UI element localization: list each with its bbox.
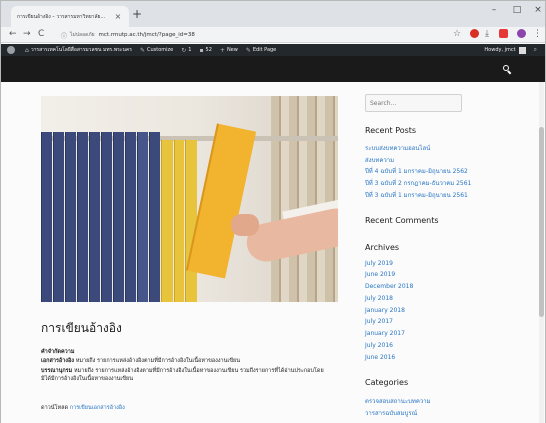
updates-icon: ↻ bbox=[181, 46, 187, 54]
security-label: ไม่ปลอดภัย bbox=[70, 32, 95, 38]
comments-count: 52 bbox=[205, 47, 212, 53]
archive-link[interactable]: July 2017 bbox=[365, 318, 393, 325]
wordpress-logo-icon[interactable] bbox=[7, 46, 15, 54]
archive-link[interactable]: January 2018 bbox=[365, 307, 405, 314]
admin-account[interactable]: Howdy, jmct ⌕ bbox=[484, 46, 539, 54]
recent-post-link[interactable]: ส่งบทความ bbox=[365, 155, 394, 165]
download-line: ดาวน์โหลด การเขียนเอกสารอ้างอิง bbox=[41, 404, 125, 412]
download-link[interactable]: การเขียนเอกสารอ้างอิง bbox=[70, 405, 125, 411]
close-window-button[interactable]: × bbox=[527, 5, 546, 15]
customize-label: Customize bbox=[146, 47, 174, 53]
forward-button[interactable]: → bbox=[23, 29, 31, 40]
reference-definition: หมายถึง รายการแหล่งอ้างอิงตามที่มีการอ้า… bbox=[75, 358, 240, 364]
admin-new[interactable]: + New bbox=[220, 47, 238, 54]
admin-search-icon[interactable]: ⌕ bbox=[534, 46, 537, 54]
bibliography-definition: หมายถึง รายการแหล่งอ้างอิงตามที่มีการอ้า… bbox=[41, 368, 324, 382]
admin-comments[interactable]: ▪ 52 bbox=[199, 47, 211, 54]
dashboard-icon: ⌂ bbox=[25, 46, 29, 54]
archive-link[interactable]: January 2017 bbox=[365, 330, 405, 337]
bibliography-term: บรรณานุกรม bbox=[41, 368, 73, 374]
admin-edit-page[interactable]: ✎ Edit Page bbox=[246, 47, 276, 54]
extension-square-icon[interactable] bbox=[499, 29, 508, 38]
wp-admin-bar: ⌂ วารสารเทคโนโลยีสื่อสารมวลชน มทร.พระนคร… bbox=[1, 44, 545, 56]
plus-icon: + bbox=[219, 46, 225, 54]
scrollbar-thumb[interactable] bbox=[539, 127, 544, 317]
recent-comments-title: Recent Comments bbox=[365, 216, 439, 225]
category-link[interactable]: ตรวจสอบสถานะบทความ bbox=[365, 396, 431, 406]
browser-window: การเขียนอ้างอิง – วารสารมหาวิทยาลัย... ×… bbox=[0, 0, 546, 423]
recent-posts-title: Recent Posts bbox=[365, 126, 417, 135]
minimize-button[interactable]: – bbox=[483, 5, 505, 15]
archives-title: Archives bbox=[365, 243, 400, 252]
pencil-icon: ✎ bbox=[245, 46, 251, 54]
brush-icon: ✎ bbox=[139, 46, 145, 54]
tab-title: การเขียนอ้างอิง – วารสารมหาวิทยาลัย... bbox=[17, 13, 106, 20]
tab-bar: การเขียนอ้างอิง – วารสารมหาวิทยาลัย... ×… bbox=[1, 1, 545, 27]
browser-tab[interactable]: การเขียนอ้างอิง – วารสารมหาวิทยาลัย... × bbox=[11, 6, 129, 27]
menu-kebab-icon[interactable]: ⋮ bbox=[533, 29, 542, 40]
recent-post-link[interactable]: ระบบส่งบทความออนไลน์ bbox=[365, 143, 430, 153]
categories-title: Categories bbox=[365, 378, 409, 387]
definition-heading: คำจำกัดความ bbox=[41, 349, 75, 355]
comment-icon: ▪ bbox=[199, 46, 204, 54]
archive-link[interactable]: June 2016 bbox=[365, 354, 395, 361]
archive-link[interactable]: June 2019 bbox=[365, 271, 395, 278]
reference-term: เอกสารอ้างอิง bbox=[41, 358, 74, 364]
extension-red-icon[interactable] bbox=[470, 29, 479, 38]
edit-page-label: Edit Page bbox=[252, 47, 277, 53]
recent-post-link[interactable]: ปีที่ 3 ฉบับที่ 1 มกราคม-มิถุนายน 2561 bbox=[365, 190, 468, 200]
avatar bbox=[518, 46, 526, 54]
archive-link[interactable]: July 2019 bbox=[365, 260, 393, 267]
info-icon[interactable]: ⓘ bbox=[61, 31, 67, 40]
download-icon[interactable]: ⤓ bbox=[485, 29, 489, 40]
page-title: การเขียนอ้างอิง bbox=[41, 321, 122, 335]
maximize-button[interactable]: □ bbox=[506, 5, 528, 15]
reload-button[interactable]: C bbox=[38, 29, 44, 40]
archive-link[interactable]: July 2016 bbox=[365, 342, 393, 349]
updates-count: 1 bbox=[188, 47, 192, 53]
scrollbar[interactable] bbox=[539, 82, 544, 423]
sidebar-search-input[interactable]: Search... bbox=[365, 94, 462, 112]
address-bar: ← → C ⓘ ไม่ปลอดภัย mct.rmutp.ac.th/jmct/… bbox=[1, 27, 545, 43]
definition-reference: เอกสารอ้างอิง หมายถึง รายการแหล่งอ้างอิง… bbox=[41, 357, 331, 365]
download-label: ดาวน์โหลด bbox=[41, 405, 69, 411]
featured-image bbox=[41, 96, 338, 302]
site-header bbox=[1, 56, 545, 82]
category-link[interactable]: วารสารฉบับสมบูรณ์ bbox=[365, 408, 417, 418]
profile-avatar-icon[interactable] bbox=[517, 29, 526, 38]
bookmark-star-icon[interactable]: ☆ bbox=[453, 29, 461, 40]
admin-site-name[interactable]: ⌂ วารสารเทคโนโลยีสื่อสารมวลชน มทร.พระนคร bbox=[25, 46, 132, 54]
new-tab-button[interactable]: + bbox=[132, 8, 142, 20]
admin-updates[interactable]: ↻ 1 bbox=[181, 47, 191, 54]
search-toggle-icon[interactable] bbox=[503, 65, 512, 75]
url-text[interactable]: mct.rmutp.ac.th/jmct/?page_id=38 bbox=[99, 32, 195, 38]
omnibox[interactable]: ⓘ ไม่ปลอดภัย mct.rmutp.ac.th/jmct/?page_… bbox=[61, 29, 461, 41]
admin-customize[interactable]: ✎ Customize bbox=[140, 47, 173, 54]
definition-bibliography: บรรณานุกรม หมายถึง รายการแหล่งอ้างอิงตาม… bbox=[41, 367, 331, 383]
recent-post-link[interactable]: ปีที่ 4 ฉบับที่ 1 มกราคม-มิถุนายน 2562 bbox=[365, 166, 468, 176]
howdy-label: Howdy, jmct bbox=[484, 47, 516, 53]
tab-close-icon[interactable]: × bbox=[113, 12, 123, 21]
new-label: New bbox=[226, 47, 238, 53]
archive-link[interactable]: December 2018 bbox=[365, 283, 413, 290]
archive-link[interactable]: July 2018 bbox=[365, 295, 393, 302]
recent-post-link[interactable]: ปีที่ 3 ฉบับที่ 2 กรกฎาคม-ธันวาคม 2561 bbox=[365, 178, 471, 188]
site-name-label: วารสารเทคโนโลยีสื่อสารมวลชน มทร.พระนคร bbox=[30, 47, 132, 53]
back-button[interactable]: ← bbox=[9, 29, 17, 40]
